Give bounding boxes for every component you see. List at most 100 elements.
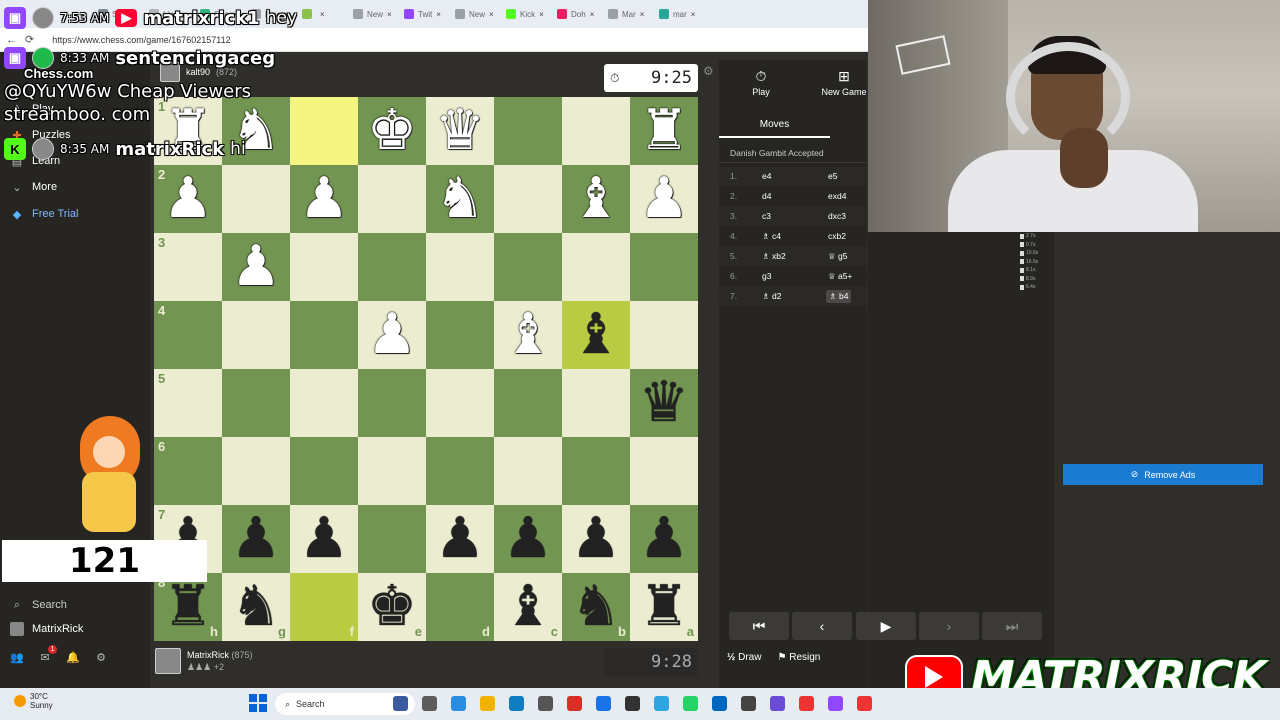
white-queen-icon[interactable]: ♛ (435, 103, 485, 159)
board-square[interactable]: b ♞ (562, 573, 630, 641)
black-knight-icon[interactable]: ♞ (231, 579, 281, 635)
edge-browser-icon[interactable] (509, 696, 524, 711)
store-icon[interactable] (538, 696, 553, 711)
sidebar-item-more[interactable]: ⌄ More (10, 180, 57, 194)
close-icon[interactable]: × (539, 10, 544, 19)
sidebar-user[interactable]: MatrixRick (10, 622, 83, 636)
board-square[interactable]: ♝ (494, 301, 562, 369)
white-move[interactable]: g3 (762, 271, 771, 281)
discord-icon[interactable] (770, 696, 785, 711)
board-square[interactable]: 4 (154, 301, 222, 369)
board-square[interactable]: ♛ (630, 369, 698, 437)
white-bishop-icon[interactable]: ♝ (571, 171, 621, 227)
board-square[interactable]: d (426, 573, 494, 641)
bottom-player-name[interactable]: MatrixRick (187, 650, 229, 660)
board-square[interactable] (426, 437, 494, 505)
white-knight-icon[interactable]: ♞ (435, 171, 485, 227)
black-move[interactable]: ♕ a5+ (828, 271, 852, 282)
board-square[interactable]: ♟ (630, 165, 698, 233)
board-square[interactable]: 3 (154, 233, 222, 301)
black-pawn-icon[interactable]: ♟ (435, 511, 485, 567)
board-square[interactable] (562, 233, 630, 301)
board-square[interactable] (358, 437, 426, 505)
white-pawn-icon[interactable]: ♟ (639, 171, 689, 227)
chrome-icon[interactable] (567, 696, 582, 711)
board-square[interactable] (494, 165, 562, 233)
browser-tab[interactable]: mar × (653, 2, 704, 26)
black-pawn-icon[interactable]: ♟ (571, 511, 621, 567)
mail-icon[interactable]: ✉ 1 (38, 645, 57, 664)
draw-button[interactable]: ½ Draw (727, 652, 761, 663)
board-square[interactable]: ♟ (426, 505, 494, 573)
board-square[interactable] (290, 301, 358, 369)
board-square[interactable] (358, 165, 426, 233)
board-square[interactable] (426, 301, 494, 369)
board-square[interactable] (222, 301, 290, 369)
gear-icon[interactable]: ⚙ (94, 650, 108, 664)
board-square[interactable]: ♟ (630, 505, 698, 573)
board-square[interactable]: ♝ (562, 165, 630, 233)
black-move[interactable]: ♕ g5 (828, 251, 847, 262)
black-king-icon[interactable]: ♚ (367, 579, 417, 635)
white-move[interactable]: d4 (762, 191, 771, 201)
board-square[interactable]: 2 ♟ (154, 165, 222, 233)
board-square[interactable]: ♞ (426, 165, 494, 233)
black-pawn-icon[interactable]: ♟ (299, 511, 349, 567)
task-view-icon[interactable] (422, 696, 437, 711)
board-square[interactable] (358, 233, 426, 301)
board-square[interactable]: 8 h ♜ (154, 573, 222, 641)
chess-board[interactable]: 1 ♜ ♞ ♚ ♛ ♜ 2 ♟ ♟ ♞ ♝ ♟ 3 ♟ 4 ♟ ♝ ♝ 5 ♛ 6 7 ♟ ♟ ♟ ♟ ♟ ♟ ♟ 8 h ♜ g ♞ f e ♚ d c ♝… (154, 97, 698, 641)
board-square[interactable] (222, 437, 290, 505)
play-button[interactable]: ⏱ Play (724, 68, 798, 97)
board-square[interactable] (494, 369, 562, 437)
url-field[interactable]: https://www.chess.com/game/167602157112 (52, 35, 230, 45)
black-move[interactable]: e5 (828, 171, 837, 181)
board-square[interactable] (290, 369, 358, 437)
white-move[interactable]: ♗ c4 (762, 231, 781, 242)
board-square[interactable] (494, 233, 562, 301)
black-bishop-icon[interactable]: ♝ (571, 307, 621, 363)
close-icon[interactable]: × (691, 10, 696, 19)
board-square[interactable]: e ♚ (358, 573, 426, 641)
black-queen-icon[interactable]: ♛ (639, 375, 689, 431)
whatsapp-icon[interactable] (683, 696, 698, 711)
black-bishop-icon[interactable]: ♝ (503, 579, 553, 635)
board-square[interactable] (494, 437, 562, 505)
chrome-alt-icon[interactable] (596, 696, 611, 711)
white-pawn-icon[interactable]: ♟ (231, 239, 281, 295)
board-square[interactable]: g ♞ (222, 573, 290, 641)
board-square[interactable]: ♟ (290, 505, 358, 573)
close-icon[interactable]: × (489, 10, 494, 19)
board-square[interactable]: c ♝ (494, 573, 562, 641)
white-move[interactable]: c3 (762, 211, 771, 221)
white-pawn-icon[interactable]: ♟ (367, 307, 417, 363)
first-move-button[interactable]: ⏮ (729, 612, 789, 640)
black-move[interactable]: ♗ b4 (826, 290, 852, 303)
board-square[interactable] (222, 369, 290, 437)
board-square[interactable]: ♟ (562, 505, 630, 573)
board-square[interactable]: 6 (154, 437, 222, 505)
last-move-button[interactable]: ⏭ (982, 612, 1042, 640)
board-square[interactable] (562, 437, 630, 505)
black-move[interactable]: cxb2 (828, 231, 846, 241)
board-square[interactable]: a ♜ (630, 573, 698, 641)
sidebar-search[interactable]: ⌕ Search (10, 598, 67, 612)
close-icon[interactable]: × (590, 10, 595, 19)
board-square[interactable]: ♟ (290, 165, 358, 233)
board-square[interactable]: f (290, 573, 358, 641)
white-bishop-icon[interactable]: ♝ (503, 307, 553, 363)
board-square[interactable]: ♟ (222, 233, 290, 301)
prev-move-button[interactable]: ‹ (792, 612, 852, 640)
browser-tab[interactable]: Twit × (398, 2, 449, 26)
telegram-icon[interactable] (654, 696, 669, 711)
terminal-icon[interactable] (625, 696, 640, 711)
close-icon[interactable]: × (640, 10, 645, 19)
twitch-app-icon[interactable] (828, 696, 843, 711)
board-square[interactable] (630, 233, 698, 301)
board-settings-gear-icon[interactable]: ⚙ (703, 64, 714, 78)
sidebar-item-free-trial[interactable]: ◆ Free Trial (10, 207, 79, 221)
black-pawn-icon[interactable]: ♟ (503, 511, 553, 567)
resign-button[interactable]: ⚑ Resign (777, 652, 820, 663)
board-square[interactable]: ♜ (630, 97, 698, 165)
white-move[interactable]: ♗ xb2 (762, 251, 786, 262)
